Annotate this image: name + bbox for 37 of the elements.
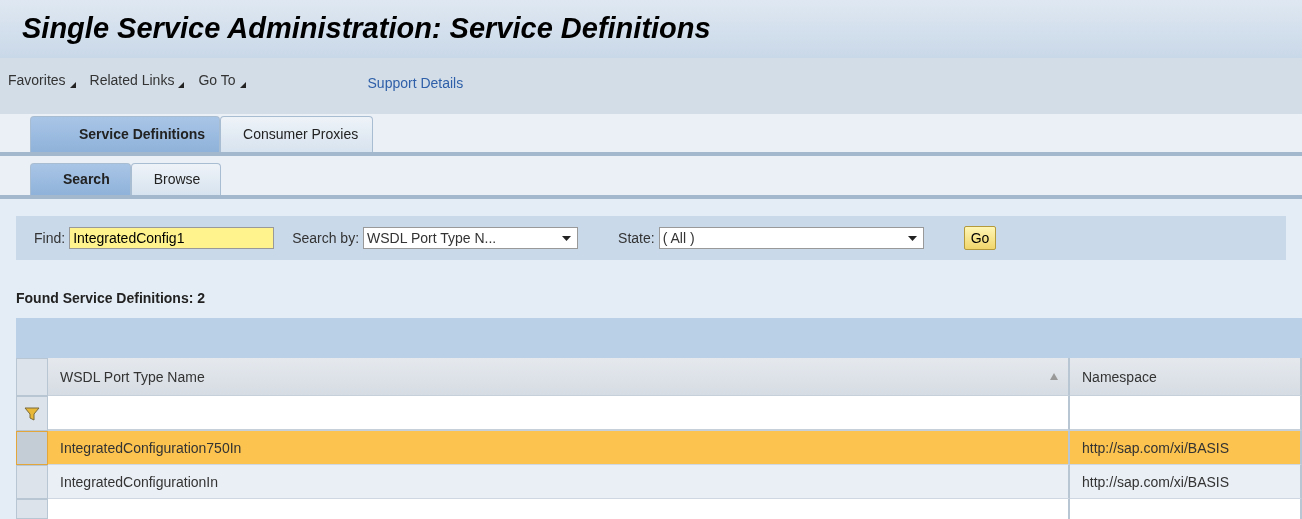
caret-icon <box>178 81 185 88</box>
filter-field[interactable] <box>48 396 1070 431</box>
column-label: Namespace <box>1082 368 1157 385</box>
menu-item[interactable]: Related Links <box>89 71 185 88</box>
results-title: Found Service Definitions: 2 <box>15 289 207 308</box>
menu-item[interactable]: Favorites <box>8 71 76 88</box>
window-title: Single Service Administration: Service Definitions <box>22 12 711 46</box>
filter-icon[interactable] <box>24 405 40 422</box>
tab[interactable]: Consumer Proxies <box>220 115 374 152</box>
caret-icon <box>69 81 76 88</box>
find-label: Find: <box>34 230 66 247</box>
select-all-cell[interactable] <box>16 358 48 396</box>
tab[interactable]: Search <box>30 162 131 195</box>
filter-field[interactable] <box>1070 396 1302 431</box>
caret-icon <box>239 81 246 88</box>
state-label: State: <box>618 230 655 247</box>
find-field[interactable]: IntegratedConfig1 <box>69 227 275 250</box>
search-by-dropdown[interactable]: WSDL Port Type N... <box>363 227 579 250</box>
search-by-label: Search by: <box>292 230 360 247</box>
table-cell: http://sap.com/xi/BASIS <box>1070 465 1302 499</box>
tab[interactable]: Browse <box>130 162 222 195</box>
column-header[interactable]: WSDL Port Type Name <box>48 358 1070 396</box>
column-label: WSDL Port Type Name <box>60 368 205 385</box>
support-link[interactable]: Support Details <box>367 74 464 91</box>
row-selector[interactable] <box>16 431 48 465</box>
table-cell: IntegratedConfiguration750In <box>48 431 1070 465</box>
state-dropdown[interactable]: ( All ) <box>658 227 924 250</box>
column-header[interactable]: Namespace <box>1070 358 1302 396</box>
table-cell: IntegratedConfigurationIn <box>48 465 1070 499</box>
table-cell: http://sap.com/xi/BASIS <box>1070 431 1302 465</box>
row-selector[interactable] <box>16 465 48 499</box>
go-button[interactable]: Go <box>963 226 997 251</box>
menu-item[interactable]: Go To <box>198 71 246 88</box>
row-selector[interactable] <box>16 499 48 519</box>
dropdown-arrow-icon <box>562 235 572 241</box>
tab[interactable]: Service Definitions <box>30 115 221 152</box>
dropdown-arrow-icon <box>907 235 917 241</box>
